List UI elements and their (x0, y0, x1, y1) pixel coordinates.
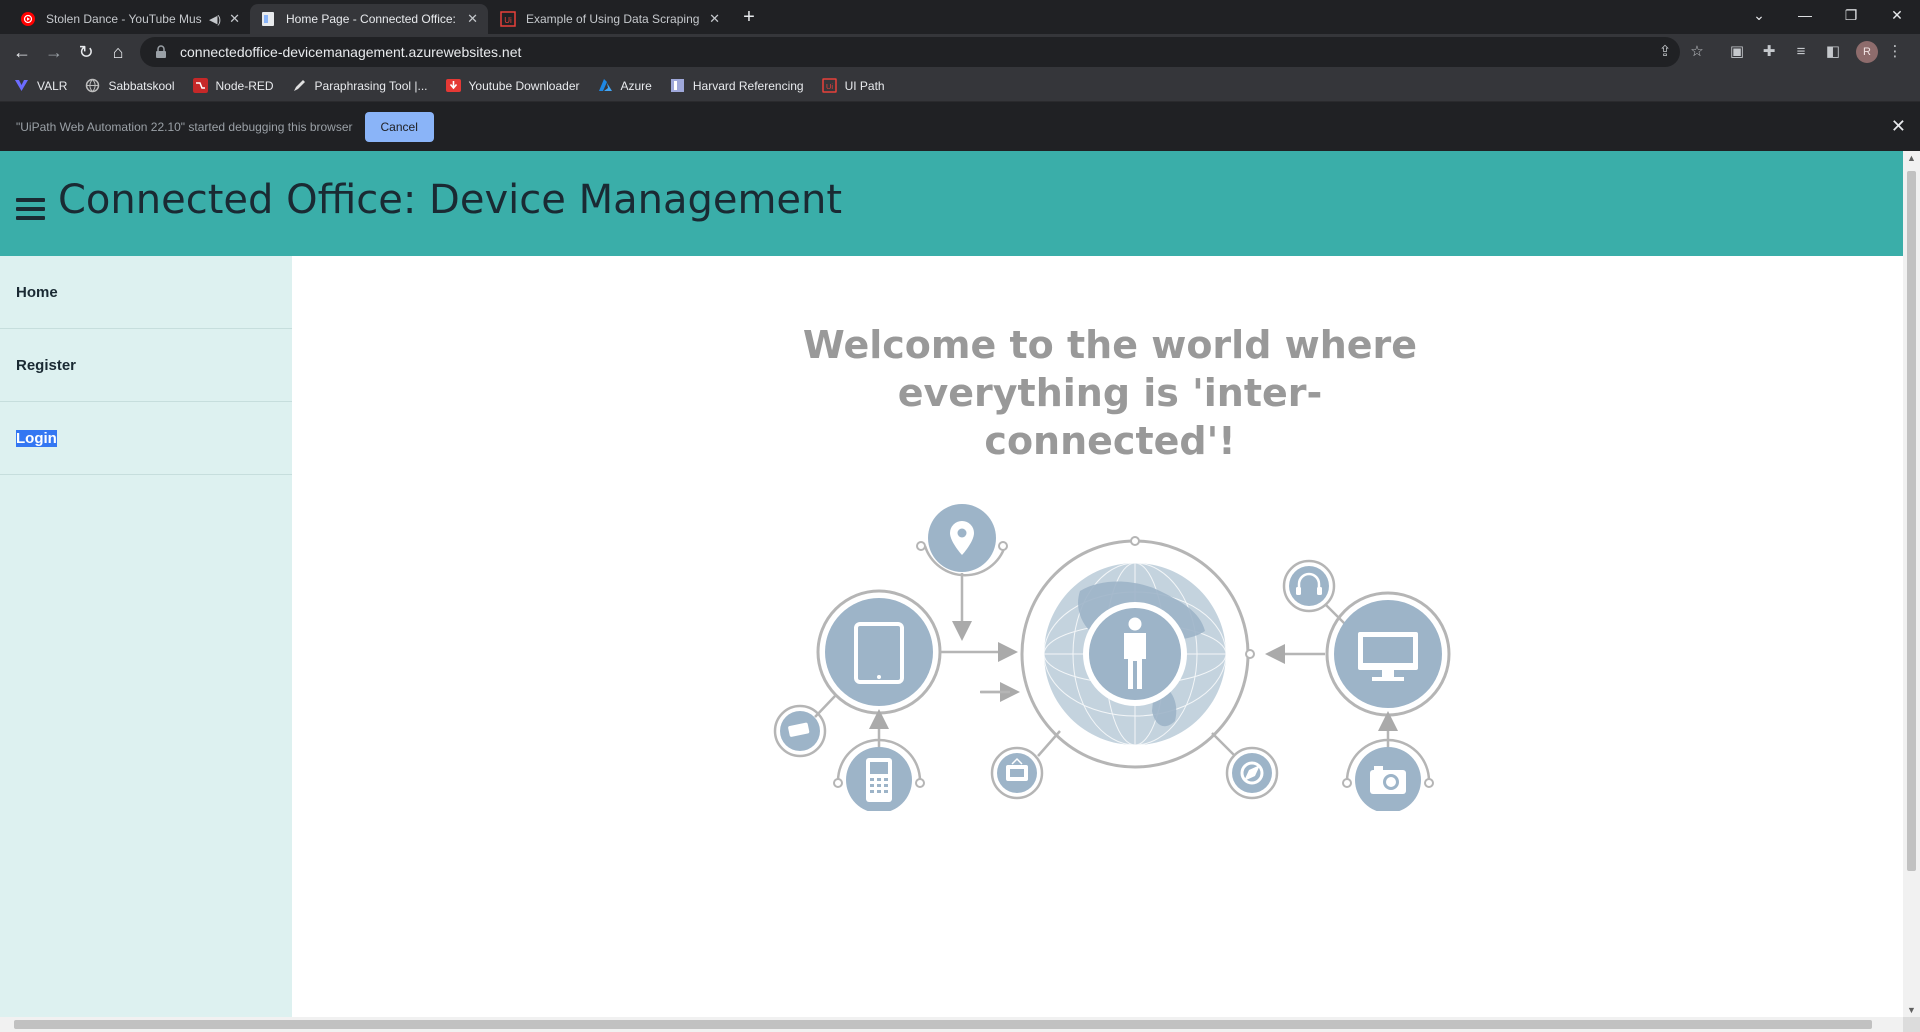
scroll-down-arrow-icon[interactable]: ▼ (1907, 1005, 1916, 1015)
tablet-icon (816, 589, 1018, 715)
bookmark-label: Paraphrasing Tool |... (314, 78, 428, 93)
tab-home-page[interactable]: Home Page - Connected Office: D ✕ (250, 4, 488, 34)
cancel-debugging-button[interactable]: Cancel (364, 111, 434, 142)
svg-text:Ui: Ui (826, 82, 833, 91)
bookmarks-bar: VALR Sabbatskool Node-RED Paraphrasing T… (0, 70, 1920, 102)
sidebar-nav: Home Register Login (0, 256, 292, 1017)
document-icon (262, 12, 274, 26)
share-icon[interactable]: ⇪ (1654, 41, 1676, 63)
bookmark-label: VALR (37, 78, 68, 93)
new-tab-button[interactable]: + (737, 5, 761, 29)
vertical-scroll-thumb[interactable] (1907, 171, 1916, 871)
bookmark-sabbatskool[interactable]: Sabbatskool (85, 78, 175, 93)
minimize-button[interactable]: — (1782, 0, 1828, 30)
sidebar-item-register[interactable]: Register (0, 329, 292, 402)
uipath-icon: Ui (500, 11, 516, 27)
browser-tab-bar: Stolen Dance - YouTube Mus ◀) ✕ Home Pag… (0, 0, 1920, 34)
mobile-phone-icon (833, 709, 925, 811)
site-title: Connected Office: Device Management (58, 177, 843, 223)
welcome-line-1: Welcome to the world where (802, 323, 1418, 367)
sidebar-item-label[interactable]: Home (16, 284, 58, 301)
globe-person-icon (1020, 536, 1255, 769)
media-control-icon[interactable]: ≡ (1790, 41, 1812, 63)
bookmark-label: Harvard Referencing (692, 78, 804, 93)
horizontal-scrollbar[interactable] (0, 1017, 1903, 1032)
url-text: connectedoffice-devicemanagement.azurewe… (180, 44, 522, 60)
tab-data-scraping[interactable]: Ui Example of Using Data Scraping ✕ (490, 4, 730, 34)
restore-button[interactable]: ❐ (1828, 0, 1874, 30)
scrollbar-corner (1903, 1017, 1920, 1032)
sidebar-item-label[interactable]: Login (16, 429, 57, 447)
uipath-icon: Ui (821, 78, 837, 93)
horizontal-scroll-thumb[interactable] (14, 1020, 1872, 1029)
close-tab-icon[interactable]: ✕ (467, 11, 478, 27)
home-button[interactable]: ⌂ (104, 38, 132, 66)
tab-youtube-music[interactable]: Stolen Dance - YouTube Mus ◀) ✕ (10, 4, 250, 34)
connected-devices-illustration (773, 504, 1451, 811)
node-red-icon (192, 78, 208, 93)
side-panel-icon[interactable]: ◧ (1822, 41, 1844, 63)
security-camera-icon (773, 695, 836, 758)
lock-icon[interactable] (154, 45, 168, 59)
browser-toolbar: ← → ↻ ⌂ connectedoffice-devicemanagement… (0, 34, 1920, 70)
sidebar-item-home[interactable]: Home (0, 256, 292, 329)
bookmark-label: UI Path (844, 78, 885, 93)
television-icon (990, 730, 1061, 800)
bookmark-star-icon[interactable]: ☆ (1686, 41, 1708, 63)
azure-icon (598, 79, 612, 91)
bookmark-ui-path[interactable]: Ui UI Path (821, 78, 885, 93)
tab-title: Stolen Dance - YouTube Mus (46, 12, 202, 26)
bookmark-azure[interactable]: Azure (598, 78, 652, 93)
desktop-monitor-icon (1265, 591, 1451, 717)
close-window-button[interactable]: ✕ (1874, 0, 1920, 30)
back-button[interactable]: ← (8, 38, 36, 66)
profile-avatar[interactable]: R (1856, 41, 1878, 63)
web-page: Connected Office: Device Management Home… (0, 151, 1903, 1017)
close-tab-icon[interactable]: ✕ (229, 11, 240, 27)
vertical-scrollbar[interactable]: ▲ ▼ (1903, 151, 1920, 1017)
address-bar[interactable]: connectedoffice-devicemanagement.azurewe… (140, 37, 1680, 67)
bookmark-label: Node-RED (215, 78, 274, 93)
bookmark-youtube-downloader[interactable]: Youtube Downloader (445, 78, 580, 93)
bookmark-paraphrasing-tool[interactable]: Paraphrasing Tool |... (292, 78, 428, 93)
sidebar-item-label[interactable]: Register (16, 357, 76, 374)
download-icon (445, 79, 461, 92)
speaker-icon[interactable]: ◀) (209, 13, 221, 26)
camera-icon (1342, 711, 1434, 811)
menu-kebab-icon[interactable]: ⋮ (1884, 41, 1906, 63)
bookmark-harvard-referencing[interactable]: Harvard Referencing (670, 78, 804, 93)
extension-uipath-icon[interactable]: ▣ (1726, 41, 1748, 63)
bookmark-label: Sabbatskool (108, 78, 175, 93)
tab-title: Home Page - Connected Office: D (286, 12, 460, 26)
headphones-icon (1282, 559, 1346, 625)
tab-search-chevron-icon[interactable]: ⌄ (1736, 0, 1782, 30)
location-pin-icon (916, 504, 1008, 641)
pen-icon (293, 80, 305, 91)
valr-icon (15, 80, 28, 91)
debugging-info-bar: "UiPath Web Automation 22.10" started de… (0, 102, 1920, 151)
bookmark-book-icon (670, 79, 684, 92)
forward-button[interactable]: → (40, 38, 68, 66)
hamburger-menu-icon[interactable] (16, 198, 45, 220)
globe-icon (86, 78, 100, 93)
compass-icon (1211, 732, 1279, 800)
debugging-message: "UiPath Web Automation 22.10" started de… (16, 119, 353, 134)
reload-button[interactable]: ↻ (72, 38, 100, 66)
close-infobar-icon[interactable]: ✕ (1891, 116, 1906, 137)
sidebar-item-login[interactable]: Login (0, 402, 292, 475)
bookmark-node-red[interactable]: Node-RED (192, 78, 274, 93)
scroll-up-arrow-icon[interactable]: ▲ (1907, 153, 1916, 163)
bookmark-label: Youtube Downloader (468, 78, 580, 93)
svg-text:Ui: Ui (504, 16, 512, 25)
extensions-puzzle-icon[interactable]: ✚ (1758, 41, 1780, 63)
tab-title: Example of Using Data Scraping (526, 12, 700, 26)
close-tab-icon[interactable]: ✕ (709, 11, 720, 27)
youtube-music-icon (21, 12, 35, 26)
site-header: Connected Office: Device Management (0, 151, 1903, 256)
bookmark-valr[interactable]: VALR (14, 78, 67, 93)
bookmark-label: Azure (620, 78, 652, 93)
